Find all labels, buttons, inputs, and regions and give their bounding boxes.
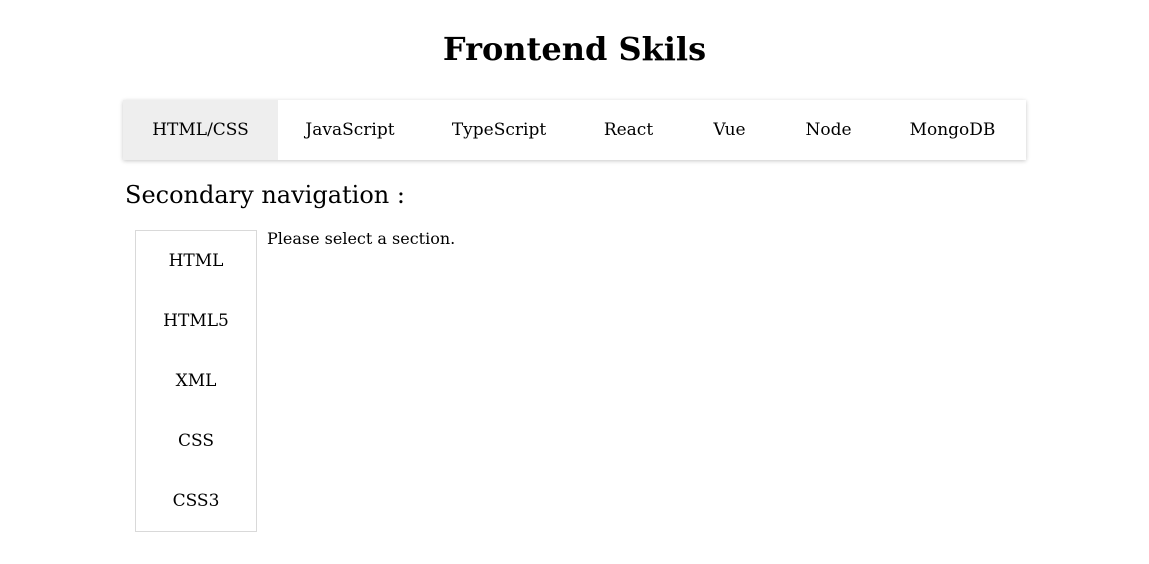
tab-label: HTML/CSS xyxy=(152,120,249,140)
tab-label: Vue xyxy=(713,120,746,140)
secondary-item-label: HTML5 xyxy=(163,311,229,331)
secondary-item-css[interactable]: CSS xyxy=(136,411,256,471)
secondary-nav: HTML HTML5 XML CSS CSS3 xyxy=(135,230,257,532)
tab-node[interactable]: Node xyxy=(778,100,879,160)
secondary-item-label: XML xyxy=(175,371,217,391)
tab-label: JavaScript xyxy=(305,120,395,140)
secondary-item-label: HTML xyxy=(168,251,224,271)
tab-mongodb[interactable]: MongoDB xyxy=(879,100,1026,160)
tab-javascript[interactable]: JavaScript xyxy=(278,100,422,160)
tab-react[interactable]: React xyxy=(576,100,681,160)
secondary-item-xml[interactable]: XML xyxy=(136,351,256,411)
tab-label: Node xyxy=(805,120,852,140)
secondary-item-html[interactable]: HTML xyxy=(136,231,256,291)
tab-typescript[interactable]: TypeScript xyxy=(422,100,576,160)
secondary-navigation-heading: Secondary navigation : xyxy=(125,181,405,209)
tab-label: TypeScript xyxy=(451,120,547,140)
secondary-item-label: CSS xyxy=(177,431,214,451)
page-title: Frontend Skils xyxy=(442,30,707,68)
tab-label: MongoDB xyxy=(909,120,996,140)
secondary-item-label: CSS3 xyxy=(172,491,220,511)
tab-vue[interactable]: Vue xyxy=(681,100,778,160)
secondary-item-css3[interactable]: CSS3 xyxy=(136,471,256,531)
tab-html-css[interactable]: HTML/CSS xyxy=(123,100,278,160)
secondary-item-html5[interactable]: HTML5 xyxy=(136,291,256,351)
primary-nav: HTML/CSS JavaScript TypeScript React Vue… xyxy=(123,100,1026,160)
content-placeholder-message: Please select a section. xyxy=(267,229,456,248)
tab-label: React xyxy=(603,120,654,140)
